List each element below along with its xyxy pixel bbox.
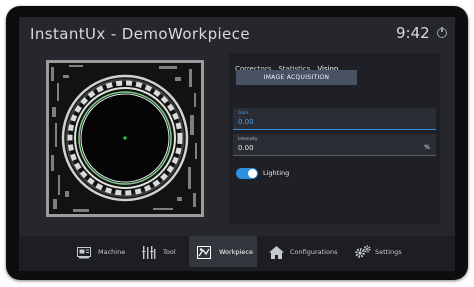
clock: 9:42 (396, 24, 430, 42)
nav-settings-label: Settings (375, 248, 402, 256)
intensity-unit: % (424, 144, 430, 151)
gain-value[interactable]: 0.00 (238, 118, 254, 126)
image-acquisition-button[interactable]: IMAGE ACQUISITION (236, 70, 357, 85)
bottom-nav: Machine Tool Workpiece Configurations Se… (19, 236, 455, 271)
tab-bar: Correctors Statistics Vision (235, 56, 345, 77)
nav-tool-label: Tool (163, 248, 176, 256)
workpiece-image (49, 63, 201, 214)
app-title: InstantUx - DemoWorkpiece (30, 25, 250, 43)
camera-image (46, 60, 204, 217)
nav-workpiece-label: Workpiece (219, 248, 253, 256)
intensity-value[interactable]: 0.00 (238, 144, 254, 152)
nav-workpiece[interactable]: Workpiece (189, 236, 257, 267)
gears-icon (355, 244, 371, 263)
workpiece-icon (197, 244, 211, 263)
vision-panel: Correctors Statistics Vision IMAGE ACQUISI… (229, 53, 440, 224)
machine-icon (77, 244, 91, 263)
nav-configurations[interactable]: Configurations (263, 236, 343, 267)
toggle-knob (248, 169, 257, 178)
screen: InstantUx - DemoWorkpiece 9:42 Corrector… (19, 17, 455, 271)
nav-configurations-label: Configurations (290, 248, 338, 256)
nav-machine-label: Machine (98, 248, 126, 256)
lighting-toggle[interactable] (236, 168, 258, 179)
intensity-label: Intensity (238, 137, 258, 142)
tool-icon (142, 244, 156, 263)
gain-field[interactable]: Gain 0.00 (233, 108, 436, 130)
gain-label: Gain (238, 111, 249, 116)
lighting-label: Lighting (263, 169, 290, 177)
nav-machine[interactable]: Machine (69, 236, 131, 267)
home-icon (269, 244, 284, 263)
intensity-field[interactable]: Intensity 0.00 % (233, 134, 436, 156)
power-icon[interactable] (437, 27, 447, 38)
nav-tool[interactable]: Tool (135, 236, 185, 267)
nav-settings[interactable]: Settings (349, 236, 409, 267)
